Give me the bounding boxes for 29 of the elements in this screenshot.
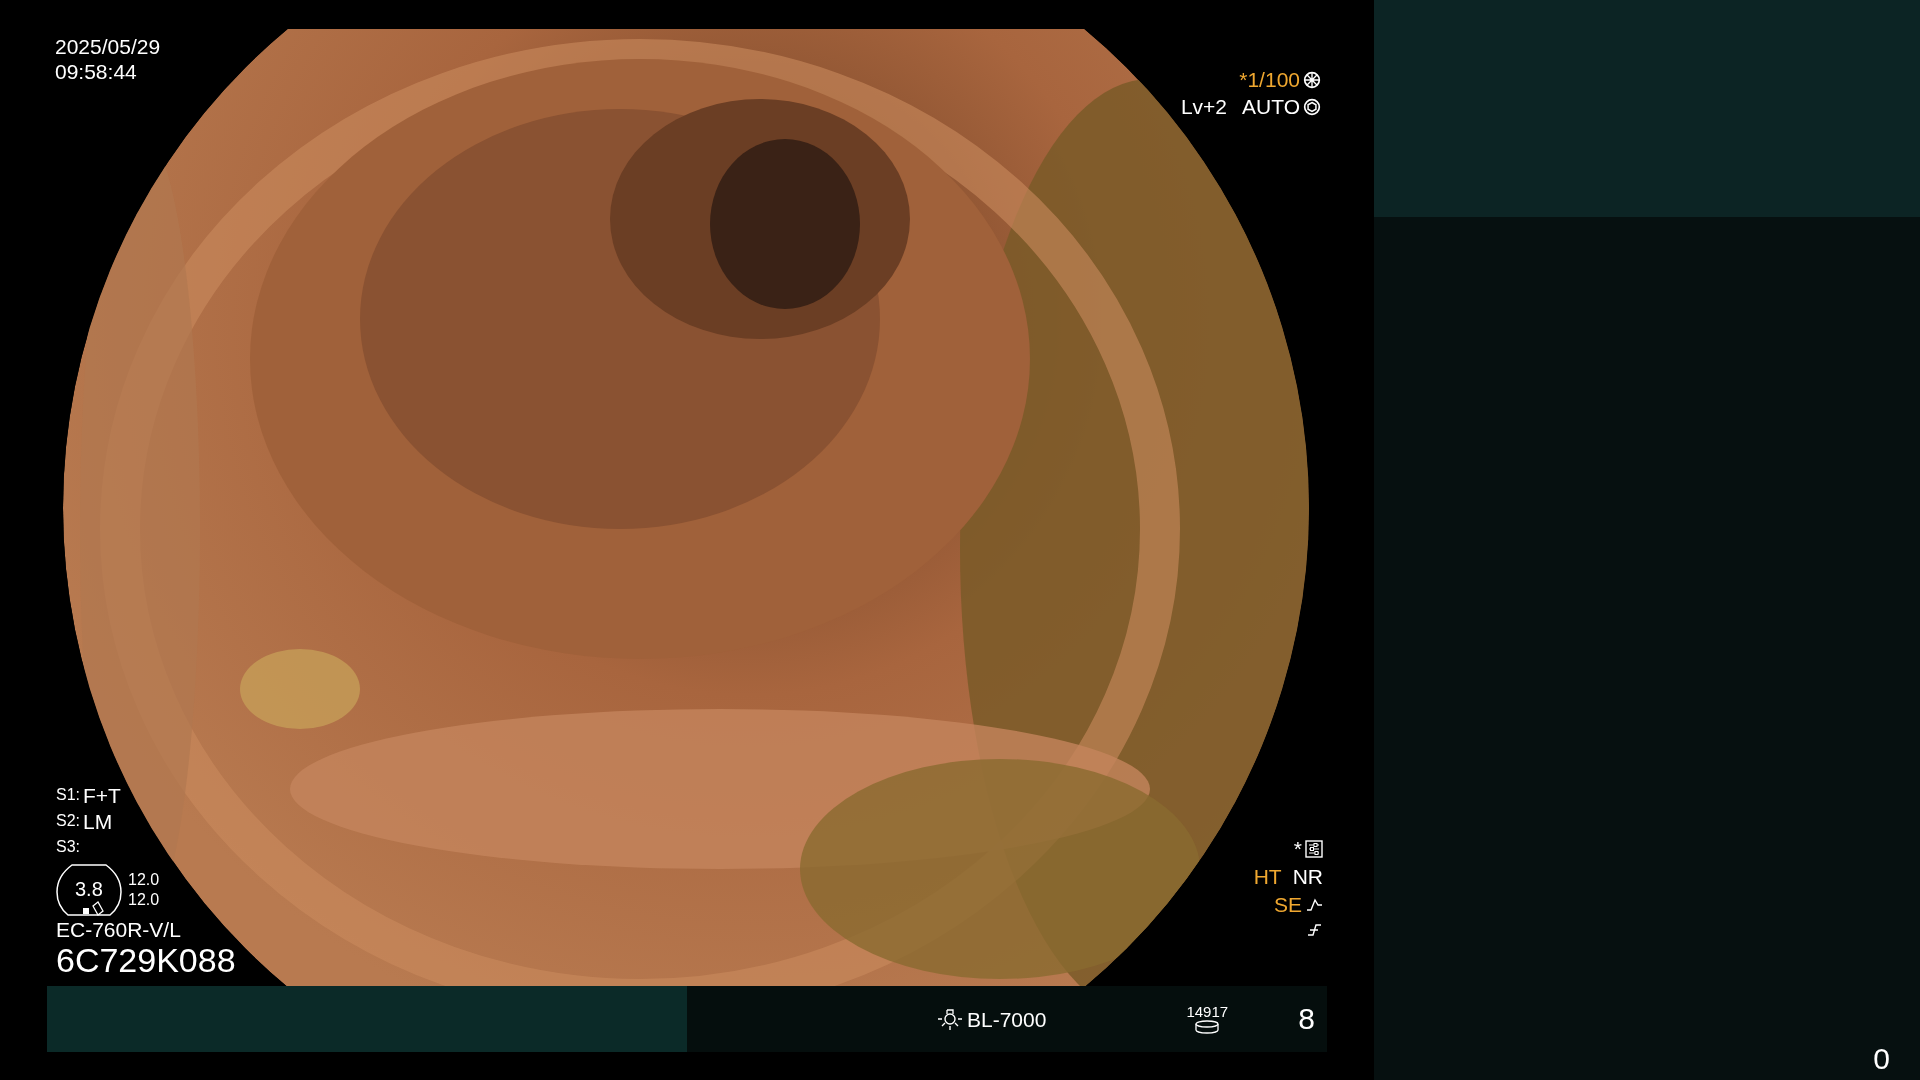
time-text: 09:58:44: [55, 59, 138, 84]
flag-text: SE: [1274, 892, 1302, 917]
number-text: 8: [1298, 1002, 1315, 1036]
flag-text: NR: [1292, 864, 1323, 889]
count-text: 0: [1873, 1042, 1890, 1076]
gauge-value: 3.8: [75, 877, 103, 902]
shutter-icon: [1303, 70, 1321, 89]
setting-value: F+T: [83, 782, 121, 808]
marker-text: *: [1293, 836, 1302, 861]
setting-label: S1:: [56, 785, 80, 805]
gauge-outline-icon: [56, 864, 122, 916]
date-text: 2025/05/29: [55, 34, 161, 59]
setting-label: S2:: [56, 811, 80, 831]
shutter-speed-text: *1/100: [1239, 67, 1300, 92]
iris-icon: [1303, 97, 1321, 116]
gauge-reading: 12.0: [128, 870, 160, 890]
scope-model-text: EC-760R-V/L: [56, 918, 182, 942]
light-source-text: BL-7000: [967, 1006, 1047, 1032]
level-text: Lv+2: [1180, 94, 1228, 119]
setting-label: S3:: [56, 837, 80, 857]
lamp-icon: [937, 1007, 963, 1031]
gauge-reading: 12.0: [128, 890, 160, 910]
mode-text: AUTO: [1242, 94, 1300, 119]
sliders-icon: [1305, 839, 1323, 858]
counter-text: 14917: [1186, 1004, 1229, 1020]
disk-icon: [1194, 1020, 1221, 1034]
serial-number-text: 6C729K088: [56, 942, 236, 978]
flag-text: HT: [1253, 864, 1282, 889]
setting-value: LM: [83, 808, 113, 834]
